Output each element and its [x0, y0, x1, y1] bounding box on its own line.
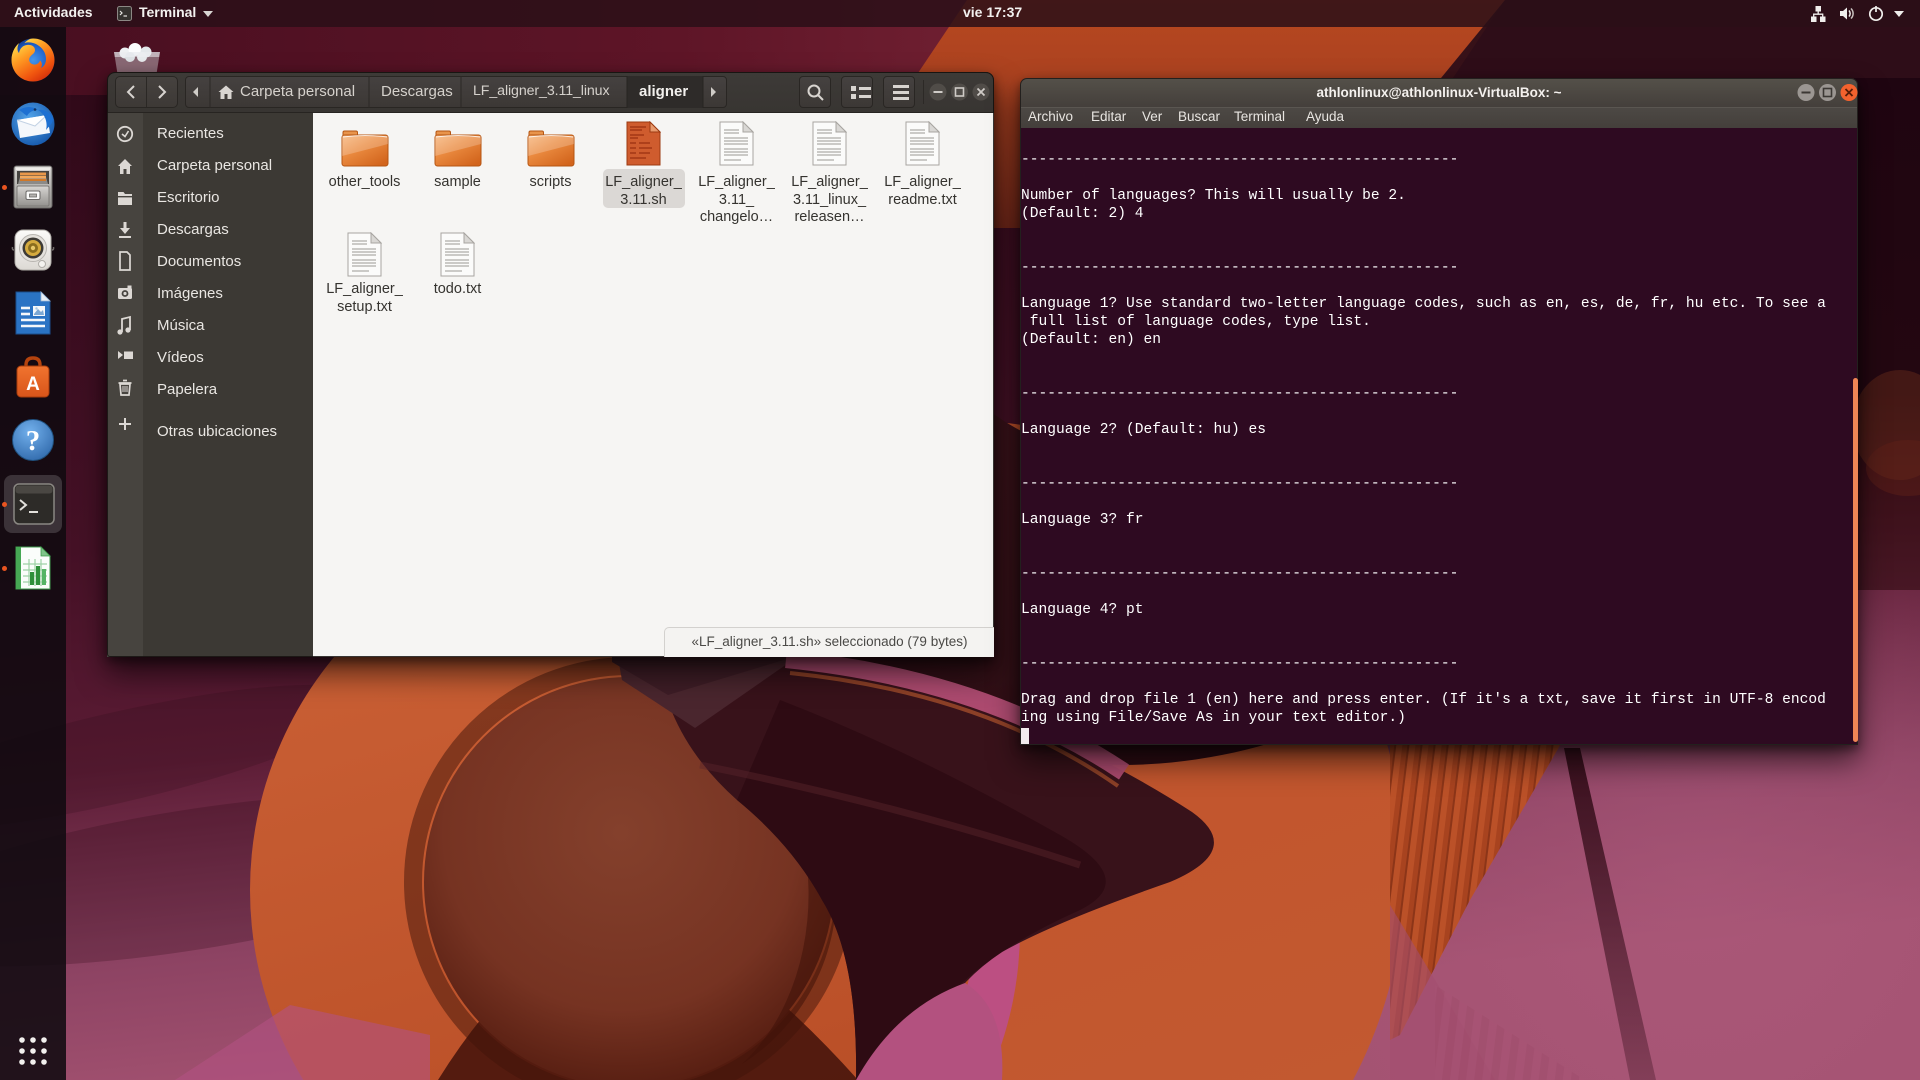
svg-text:?: ?: [26, 425, 41, 457]
svg-text:A: A: [26, 374, 40, 395]
